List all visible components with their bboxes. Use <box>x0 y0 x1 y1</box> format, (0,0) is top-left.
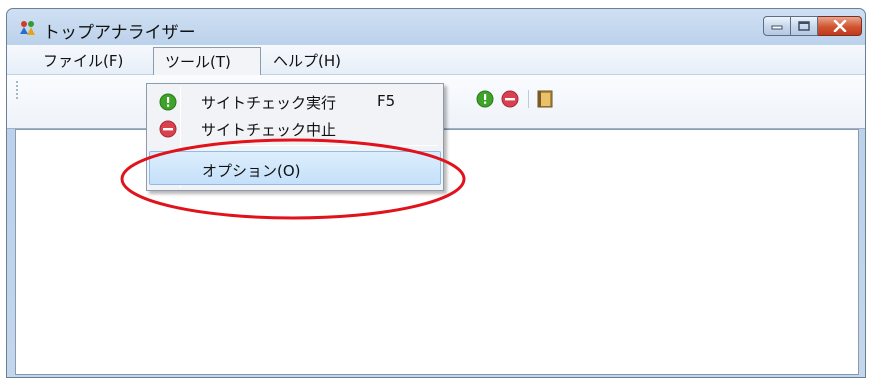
menu-item-options[interactable]: オプション(O) <box>149 151 441 185</box>
minimize-icon <box>771 25 783 30</box>
title-bar[interactable]: トップアナライザー <box>7 9 865 45</box>
close-button[interactable] <box>818 16 862 36</box>
people-icon <box>20 21 35 35</box>
tool-menu-dropdown: サイトチェック実行 F5 サイトチェック中止 オプション(O) <box>146 83 444 191</box>
stop-check-icon <box>159 120 177 138</box>
start-check-icon <box>159 93 177 111</box>
close-icon <box>833 20 846 32</box>
menu-separator <box>187 145 437 146</box>
app-window: トップアナライザー ファイル(F) ツール(T) ヘルプ(H) <box>6 8 866 378</box>
menu-file[interactable]: ファイル(F) <box>43 50 123 71</box>
toolbar-separator <box>528 90 529 108</box>
window-title: トップアナライザー <box>43 23 196 43</box>
maximize-button[interactable] <box>791 16 818 36</box>
minimize-button[interactable] <box>763 16 791 36</box>
menu-help[interactable]: ヘルプ(H) <box>273 50 341 71</box>
menu-item-site-check-run[interactable]: サイトチェック実行 F5 <box>149 87 441 117</box>
exit-door-icon[interactable] <box>537 90 553 108</box>
menu-bar: ファイル(F) ツール(T) ヘルプ(H) <box>7 45 865 77</box>
menu-tool[interactable]: ツール(T) <box>153 47 261 77</box>
menu-item-shortcut: F5 <box>377 92 396 110</box>
start-check-icon[interactable] <box>476 90 494 108</box>
menu-item-label: サイトチェック実行 <box>201 94 337 112</box>
maximize-icon <box>798 21 810 31</box>
menu-item-label: オプション(O) <box>202 162 301 180</box>
window-controls <box>763 16 862 36</box>
menu-item-label: サイトチェック中止 <box>201 121 337 138</box>
menu-item-site-check-stop[interactable]: サイトチェック中止 <box>149 114 441 138</box>
stop-check-icon[interactable] <box>501 90 519 108</box>
toolbar-grip[interactable] <box>16 81 19 99</box>
